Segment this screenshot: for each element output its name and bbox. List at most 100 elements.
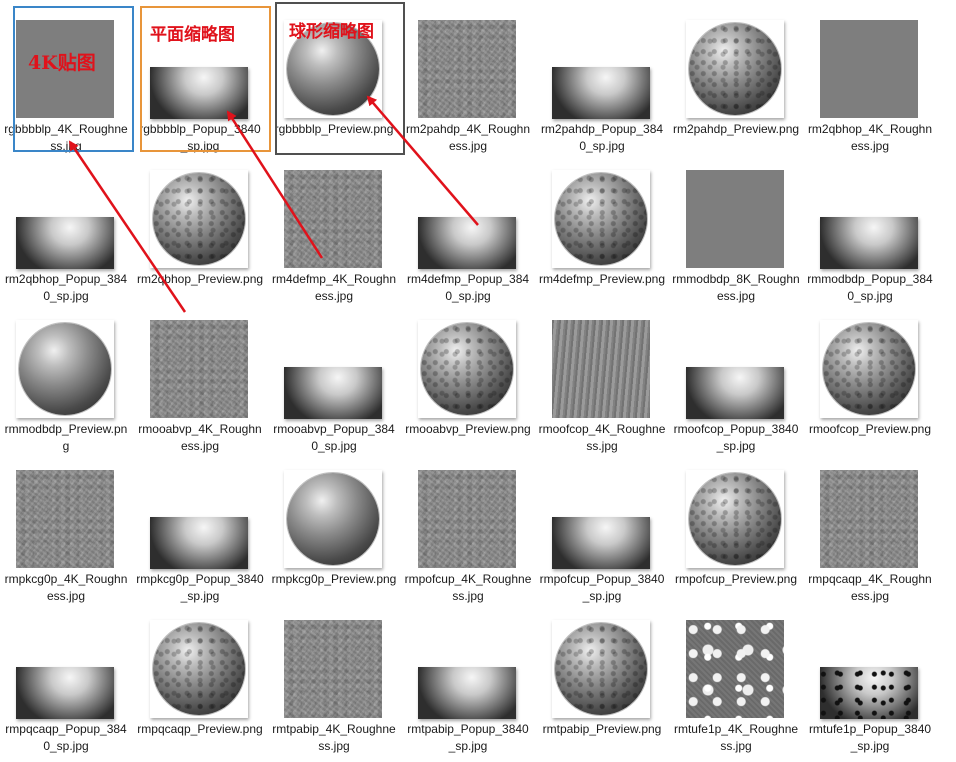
file-item[interactable]: rmpkcg0p_4K_Roughness.jpg (0, 460, 132, 610)
file-name-label[interactable]: rmpofcup_4K_Roughness.jpg (404, 571, 532, 605)
file-item[interactable]: rmpkcg0p_Preview.png (268, 460, 400, 610)
popup-preview-image (16, 667, 114, 719)
file-item[interactable]: rmpkcg0p_Popup_3840_sp.jpg (134, 460, 266, 610)
file-item[interactable]: rmtpabip_Popup_3840_sp.jpg (402, 610, 534, 760)
file-name-label[interactable]: rmpofcup_Popup_3840_sp.jpg (538, 571, 666, 605)
file-name-label[interactable]: rm2qbhop_Popup_3840_sp.jpg (2, 271, 130, 305)
file-item[interactable]: rmoofcop_Popup_3840_sp.jpg (670, 310, 802, 460)
file-thumbnail[interactable] (536, 10, 668, 122)
file-item[interactable]: rm2pahdp_Popup_3840_sp.jpg (536, 10, 668, 160)
file-thumbnail[interactable] (804, 310, 936, 422)
file-item[interactable]: rmtpabip_Preview.png (536, 610, 668, 760)
file-item[interactable]: rmpqcaqp_4K_Roughness.jpg (804, 460, 936, 610)
file-item[interactable]: rmooabvp_Preview.png (402, 310, 534, 460)
file-name-label[interactable]: rm2qbhop_4K_Roughness.jpg (806, 121, 934, 155)
file-name-label[interactable]: rmpkcg0p_Popup_3840_sp.jpg (136, 571, 264, 605)
file-name-label[interactable]: rmmodbdp_Popup_3840_sp.jpg (806, 271, 934, 305)
file-item[interactable]: rmooabvp_4K_Roughness.jpg (134, 310, 266, 460)
file-name-label[interactable]: rm4defmp_4K_Roughness.jpg (270, 271, 398, 305)
file-thumbnail[interactable] (0, 610, 132, 722)
file-item[interactable]: rmpofcup_4K_Roughness.jpg (402, 460, 534, 610)
file-item[interactable]: rm4defmp_4K_Roughness.jpg (268, 160, 400, 310)
file-item[interactable]: rm2qbhop_4K_Roughness.jpg (804, 10, 936, 160)
file-name-label[interactable]: rmpqcaqp_4K_Roughness.jpg (806, 571, 934, 605)
sphere-preview-image (686, 470, 784, 568)
file-thumbnail[interactable] (0, 460, 132, 572)
file-name-label[interactable]: rmtufe1p_4K_Roughness.jpg (672, 721, 800, 755)
material-sphere (689, 23, 781, 115)
file-item[interactable]: rmpqcaqp_Popup_3840_sp.jpg (0, 610, 132, 760)
sphere-preview-image (150, 620, 248, 718)
file-name-label[interactable]: rmpofcup_Preview.png (672, 571, 800, 588)
file-name-label[interactable]: rmooabvp_4K_Roughness.jpg (136, 421, 264, 455)
file-thumbnail[interactable] (536, 160, 668, 272)
file-item[interactable]: rmtufe1p_4K_Roughness.jpg (670, 610, 802, 760)
file-item[interactable]: rmoofcop_4K_Roughness.jpg (536, 310, 668, 460)
file-thumbnail[interactable] (402, 460, 534, 572)
file-item[interactable]: rmooabvp_Popup_3840_sp.jpg (268, 310, 400, 460)
file-thumbnail[interactable] (268, 460, 400, 572)
file-item[interactable]: rm2pahdp_4K_Roughness.jpg (402, 10, 534, 160)
file-name-label[interactable]: rm2pahdp_Popup_3840_sp.jpg (538, 121, 666, 155)
file-name-label[interactable]: rmoofcop_Popup_3840_sp.jpg (672, 421, 800, 455)
file-thumbnail[interactable] (536, 310, 668, 422)
file-name-label[interactable]: rmoofcop_Preview.png (806, 421, 934, 438)
file-thumbnail[interactable] (804, 460, 936, 572)
file-item[interactable]: rm2pahdp_Preview.png (670, 10, 802, 160)
file-thumbnail[interactable] (804, 10, 936, 122)
file-name-label[interactable]: rmmodbdp_8K_Roughness.jpg (672, 271, 800, 305)
file-name-label[interactable]: rmtpabip_Preview.png (538, 721, 666, 738)
file-item[interactable]: rm4defmp_Preview.png (536, 160, 668, 310)
file-item[interactable]: rmpofcup_Preview.png (670, 460, 802, 610)
file-name-label[interactable]: rmpqcaqp_Popup_3840_sp.jpg (2, 721, 130, 755)
file-name-label[interactable]: rmtpabip_4K_Roughness.jpg (270, 721, 398, 755)
file-thumbnail[interactable] (134, 610, 266, 722)
file-item[interactable]: rm2qbhop_Popup_3840_sp.jpg (0, 160, 132, 310)
file-thumbnail[interactable] (134, 160, 266, 272)
file-thumbnail[interactable] (268, 310, 400, 422)
file-thumbnail[interactable] (670, 310, 802, 422)
file-thumbnail[interactable] (670, 610, 802, 722)
file-thumbnail[interactable] (134, 460, 266, 572)
file-thumbnail[interactable] (670, 460, 802, 572)
file-item[interactable]: rmmodbdp_Popup_3840_sp.jpg (804, 160, 936, 310)
file-thumbnail[interactable] (536, 610, 668, 722)
file-item[interactable]: rmpofcup_Popup_3840_sp.jpg (536, 460, 668, 610)
file-thumbnail[interactable] (268, 160, 400, 272)
file-item[interactable]: rmpqcaqp_Preview.png (134, 610, 266, 760)
file-item[interactable]: rmtpabip_4K_Roughness.jpg (268, 610, 400, 760)
file-thumbnail[interactable] (402, 10, 534, 122)
file-thumbnail[interactable] (0, 310, 132, 422)
file-thumbnail[interactable] (134, 310, 266, 422)
file-name-label[interactable]: rm2qbhop_Preview.png (136, 271, 264, 288)
file-name-label[interactable]: rmooabvp_Popup_3840_sp.jpg (270, 421, 398, 455)
file-name-label[interactable]: rm2pahdp_Preview.png (672, 121, 800, 138)
file-item[interactable]: rmmodbdp_8K_Roughness.jpg (670, 160, 802, 310)
file-name-label[interactable]: rmooabvp_Preview.png (404, 421, 532, 438)
file-name-label[interactable]: rmpkcg0p_Preview.png (270, 571, 398, 588)
file-item[interactable]: rmtufe1p_Popup_3840_sp.jpg (804, 610, 936, 760)
file-name-label[interactable]: rmmodbdp_Preview.png (2, 421, 130, 455)
file-item[interactable]: rm2qbhop_Preview.png (134, 160, 266, 310)
file-item[interactable]: rmmodbdp_Preview.png (0, 310, 132, 460)
file-name-label[interactable]: rm2pahdp_4K_Roughness.jpg (404, 121, 532, 155)
file-thumbnail[interactable] (670, 10, 802, 122)
file-item[interactable]: rm4defmp_Popup_3840_sp.jpg (402, 160, 534, 310)
file-thumbnail[interactable] (804, 610, 936, 722)
file-thumbnail[interactable] (402, 160, 534, 272)
file-name-label[interactable]: rmoofcop_4K_Roughness.jpg (538, 421, 666, 455)
file-name-label[interactable]: rm4defmp_Preview.png (538, 271, 666, 288)
file-thumbnail[interactable] (536, 460, 668, 572)
file-thumbnail[interactable] (268, 610, 400, 722)
file-name-label[interactable]: rmpkcg0p_4K_Roughness.jpg (2, 571, 130, 605)
file-name-label[interactable]: rmtpabip_Popup_3840_sp.jpg (404, 721, 532, 755)
file-thumbnail[interactable] (804, 160, 936, 272)
file-thumbnail[interactable] (0, 160, 132, 272)
file-item[interactable]: rmoofcop_Preview.png (804, 310, 936, 460)
file-name-label[interactable]: rmtufe1p_Popup_3840_sp.jpg (806, 721, 934, 755)
file-name-label[interactable]: rmpqcaqp_Preview.png (136, 721, 264, 738)
file-name-label[interactable]: rm4defmp_Popup_3840_sp.jpg (404, 271, 532, 305)
file-thumbnail[interactable] (402, 310, 534, 422)
file-thumbnail[interactable] (402, 610, 534, 722)
file-thumbnail[interactable] (670, 160, 802, 272)
